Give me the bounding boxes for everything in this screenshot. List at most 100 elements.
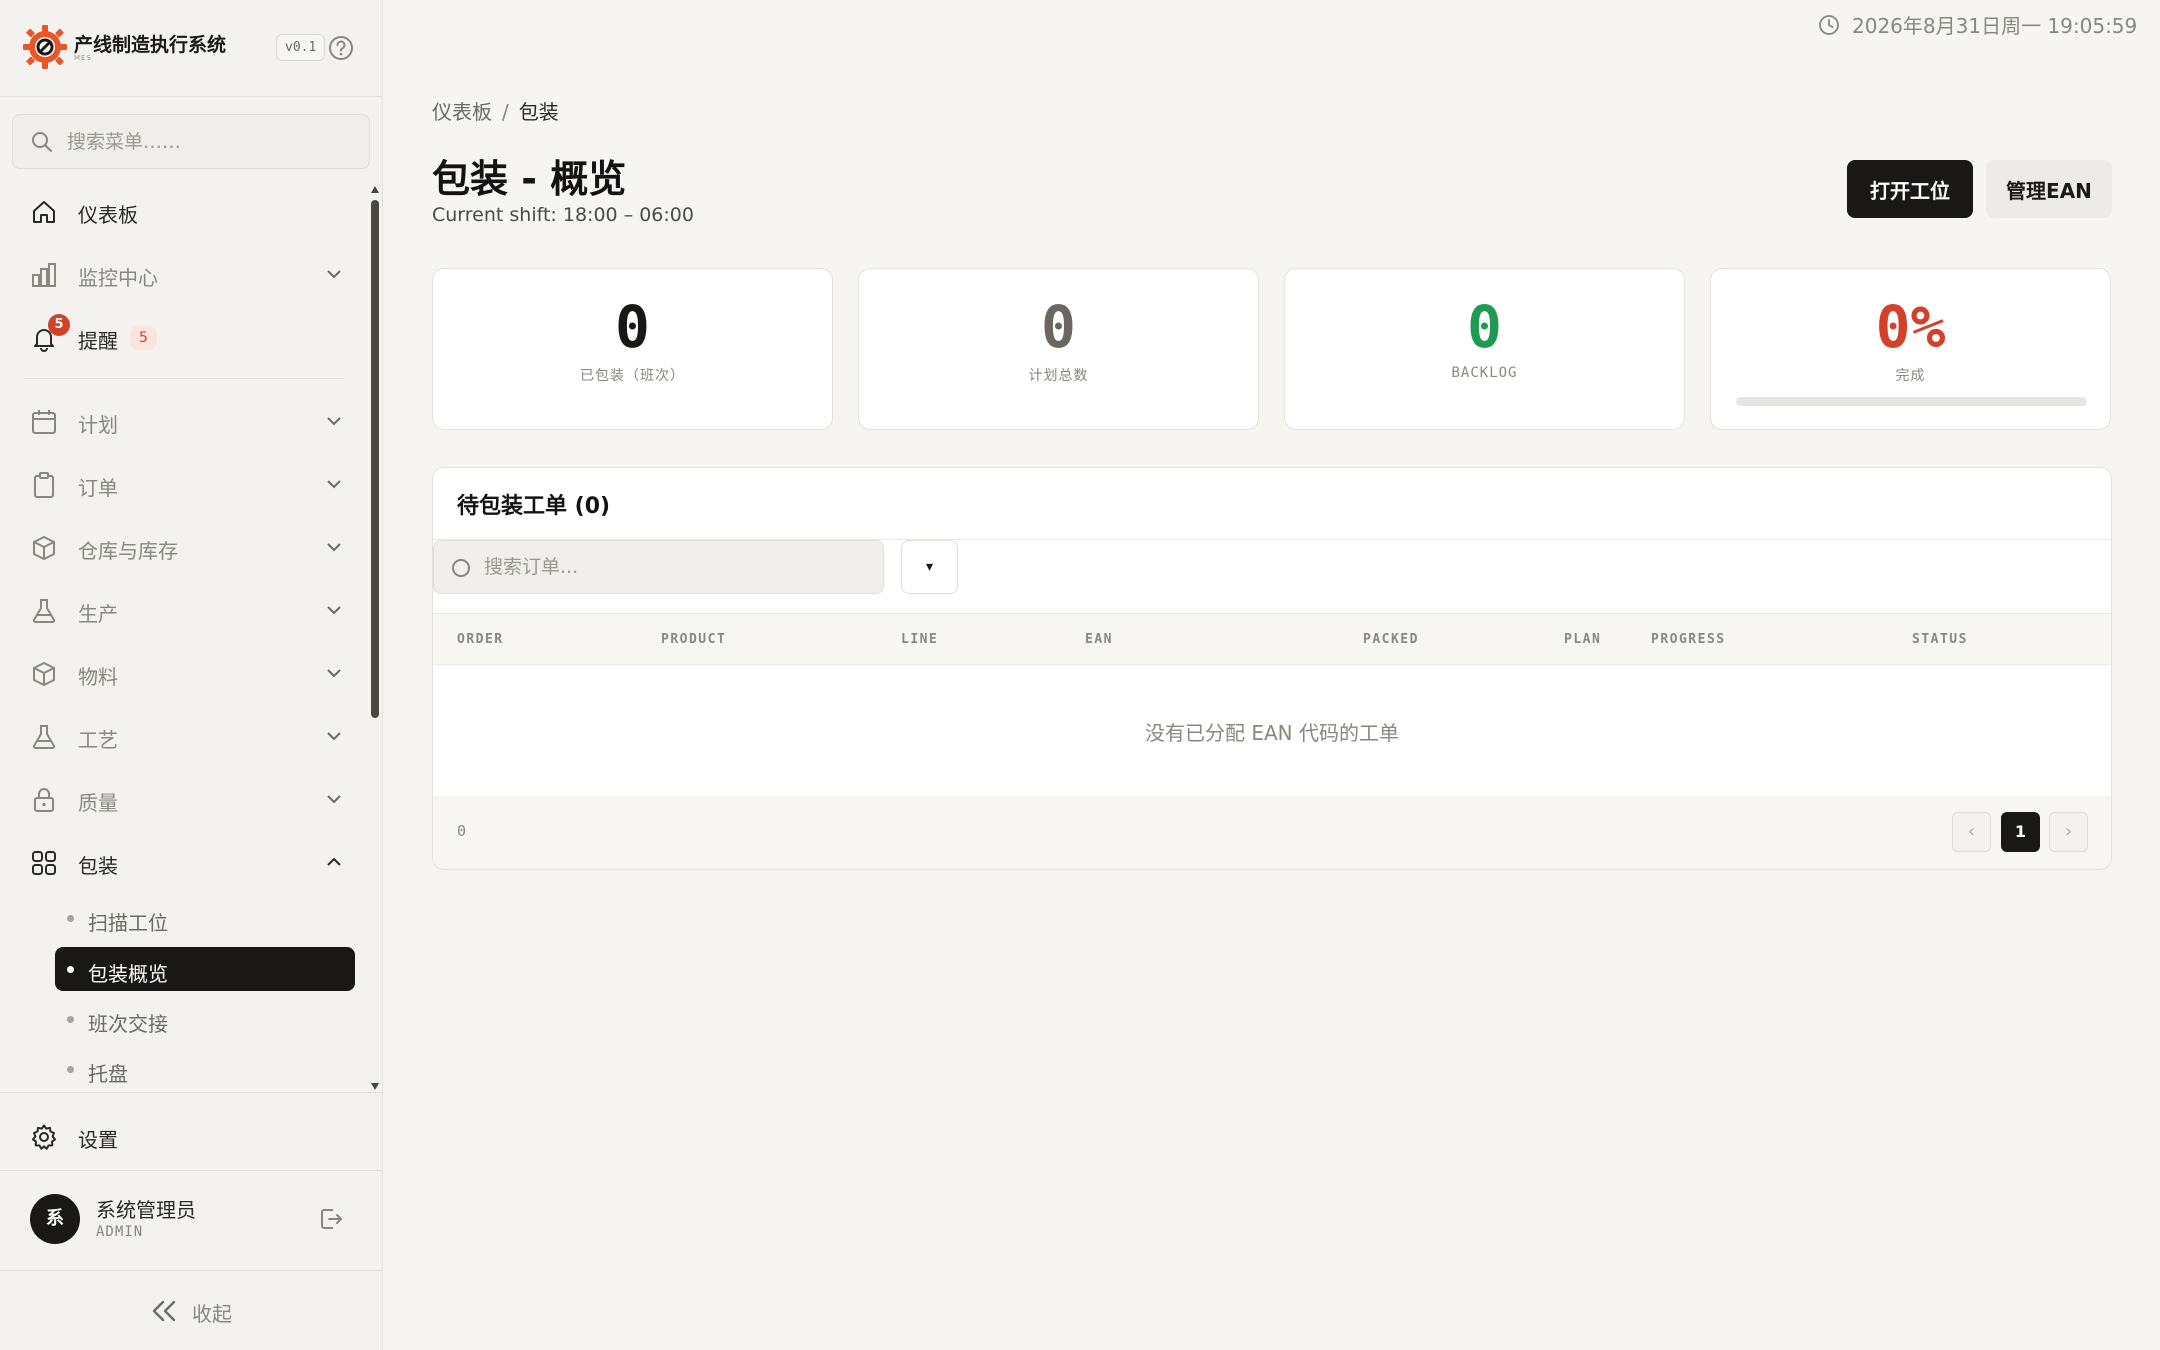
nav-divider <box>24 378 344 379</box>
stat-card-planned: 0 计划总数 <box>858 268 1259 430</box>
nav-label: 提醒 <box>78 329 118 353</box>
bullet-dot <box>67 966 74 973</box>
collapse-sidebar-button[interactable]: 收起 <box>150 1296 270 1326</box>
sidebar-divider <box>0 1270 383 1271</box>
column-header-plan[interactable]: PLAN <box>1564 632 1601 647</box>
flask-icon <box>32 725 56 749</box>
column-header-order[interactable]: ORDER <box>457 632 504 647</box>
filter-dropdown-button[interactable]: ▾ <box>901 540 958 594</box>
nav-label: 质量 <box>78 791 118 815</box>
stat-card-backlog: 0 BACKLOG <box>1284 268 1685 430</box>
chevron-down-icon <box>327 669 341 678</box>
nav-item-process[interactable]: 工艺 <box>24 711 344 761</box>
column-header-progress[interactable]: PROGRESS <box>1651 632 1726 647</box>
sidebar-scrollbar[interactable] <box>370 186 380 1090</box>
nav-item-packaging[interactable]: 包装 <box>24 837 344 887</box>
sidebar-divider <box>0 1170 383 1171</box>
search-icon <box>452 559 470 577</box>
breadcrumb-root[interactable]: 仪表板 <box>432 100 492 124</box>
stat-card-packed: 0 已包装（班次） <box>432 268 833 430</box>
calendar-icon <box>32 410 56 434</box>
chevron-up-icon <box>327 857 341 866</box>
alert-count-pill: 5 <box>130 326 157 350</box>
chevron-down-icon <box>327 270 341 279</box>
scroll-down-icon[interactable] <box>371 1083 379 1090</box>
gear-icon <box>32 1124 56 1150</box>
brand[interactable]: 产线制造执行系统 MES v0.1 <box>22 24 362 72</box>
lock-icon <box>34 788 54 812</box>
nav-label: 工艺 <box>78 728 118 752</box>
search-icon <box>32 132 52 152</box>
sidebar-divider <box>0 96 383 97</box>
grid-icon <box>32 851 56 875</box>
empty-message: 没有已分配 EAN 代码的工单 <box>1145 721 1399 745</box>
avatar: 系 <box>30 1194 80 1244</box>
nav-item-quality[interactable]: 质量 <box>24 774 344 824</box>
column-header-product[interactable]: PRODUCT <box>661 632 726 647</box>
logout-icon[interactable] <box>318 1206 344 1232</box>
open-station-button[interactable]: 打开工位 <box>1847 160 1973 218</box>
chevron-down-icon <box>327 606 341 615</box>
datetime: 2026年8月31日周一 19:05:59 <box>1852 14 2138 38</box>
nav-label: 订单 <box>78 476 118 500</box>
nav-label: 计划 <box>78 413 118 437</box>
menu-search[interactable] <box>12 114 370 169</box>
subnav-item-pallet[interactable]: 托盘 <box>55 1047 355 1088</box>
subnav-item-packaging-overview[interactable]: 包装概览 <box>55 947 355 991</box>
nav-item-plan[interactable]: 计划 <box>24 396 344 446</box>
box-icon <box>33 536 55 560</box>
table-header: ORDER PRODUCT LINE EAN PACKED PLAN PROGR… <box>433 613 2111 665</box>
subnav-label: 扫描工位 <box>88 911 168 935</box>
alert-badge: 5 <box>48 314 70 336</box>
bullet-dot <box>67 915 74 922</box>
page-button-1[interactable]: 1 <box>2001 812 2040 852</box>
nav-label: 包装 <box>78 854 118 878</box>
nav-item-settings[interactable]: 设置 <box>24 1111 344 1161</box>
bullet-dot <box>67 1066 74 1073</box>
column-header-packed[interactable]: PACKED <box>1363 632 1419 647</box>
page-title: 包装 - 概览 <box>432 157 627 201</box>
subnav-label: 班次交接 <box>88 1012 168 1036</box>
order-search[interactable] <box>433 540 884 594</box>
order-search-input[interactable] <box>484 541 874 593</box>
help-icon[interactable] <box>328 35 354 61</box>
nav-label: 仓库与库存 <box>78 539 178 563</box>
stat-value: 0 <box>1041 293 1076 361</box>
column-header-status[interactable]: STATUS <box>1912 632 1968 647</box>
nav-item-monitoring[interactable]: 监控中心 <box>24 249 344 299</box>
prev-page-button[interactable]: ‹ <box>1952 812 1991 852</box>
gear-logo-icon <box>23 25 67 69</box>
user-profile[interactable]: 系 系统管理员 ADMIN <box>30 1192 350 1248</box>
breadcrumb: 仪表板 / 包装 <box>432 96 559 125</box>
scrollbar-thumb[interactable] <box>371 200 379 718</box>
nav-item-materials[interactable]: 物料 <box>24 648 344 698</box>
subnav-item-scan-station[interactable]: 扫描工位 <box>55 896 355 940</box>
clipboard-icon <box>34 472 54 498</box>
table-title: 待包装工单 (0) <box>457 494 611 519</box>
stat-value: 0% <box>1875 293 1946 361</box>
nav-label: 设置 <box>78 1128 118 1152</box>
column-header-line[interactable]: LINE <box>901 632 938 647</box>
subnav-item-shift-handover[interactable]: 班次交接 <box>55 997 355 1041</box>
manage-ean-button[interactable]: 管理EAN <box>1986 160 2112 218</box>
bar-chart-icon <box>32 263 56 287</box>
stat-value: 0 <box>615 293 650 361</box>
next-page-button[interactable]: › <box>2049 812 2088 852</box>
scroll-up-icon[interactable] <box>371 186 379 193</box>
menu-search-input[interactable] <box>67 115 357 168</box>
column-header-ean[interactable]: EAN <box>1085 632 1113 647</box>
box-icon <box>33 662 55 686</box>
header-clock: 2026年8月31日周一 19:05:59 <box>1818 10 2148 40</box>
subnav-label: 包装概览 <box>88 962 168 986</box>
nav-item-alerts[interactable]: 5 提醒 5 <box>24 312 344 362</box>
nav-item-dashboard[interactable]: 仪表板 <box>24 186 344 236</box>
table-footer: 0 ‹ 1 › <box>433 796 2111 869</box>
home-icon <box>33 201 55 223</box>
nav-item-warehouse[interactable]: 仓库与库存 <box>24 522 344 572</box>
nav-item-orders[interactable]: 订单 <box>24 459 344 509</box>
nav-item-production[interactable]: 生产 <box>24 585 344 635</box>
completion-progress-bar <box>1736 397 2087 406</box>
collapse-label: 收起 <box>192 1302 232 1326</box>
chevron-down-icon <box>327 732 341 741</box>
flask-icon <box>32 599 56 623</box>
